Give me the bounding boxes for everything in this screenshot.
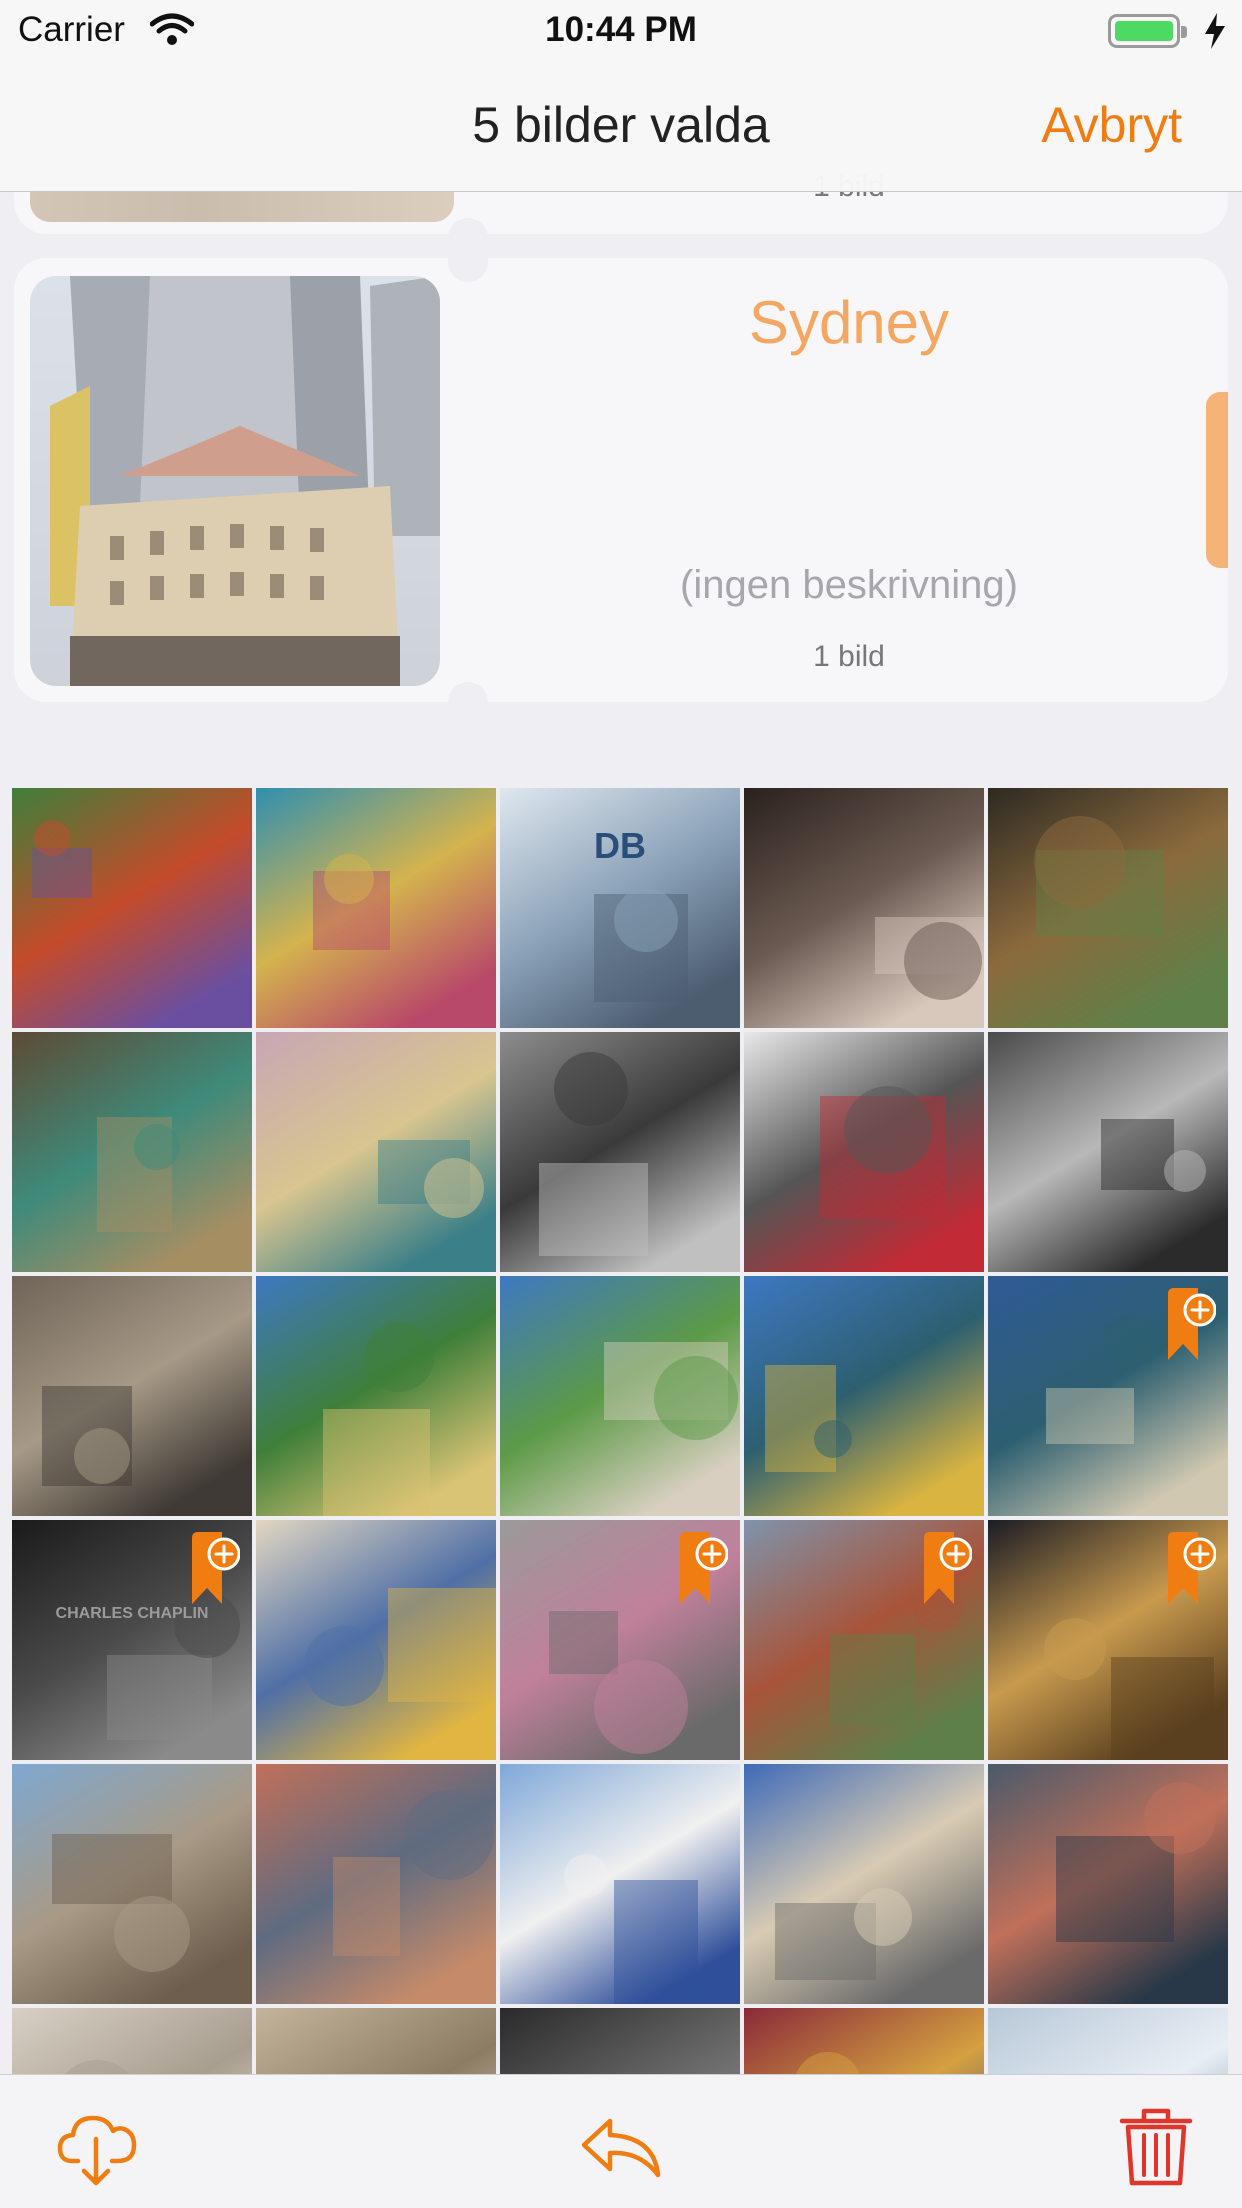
photo-text: DB xyxy=(594,825,646,866)
photo-tile[interactable] xyxy=(744,1276,984,1516)
album-card-sydney[interactable]: Sydney (ingen beskrivning) 1 bild xyxy=(14,258,1228,702)
album-side-handle[interactable] xyxy=(1206,392,1228,568)
navigation-bar: 5 bilder valda Avbryt xyxy=(0,60,1242,192)
photo-tile[interactable] xyxy=(744,1764,984,2004)
photo-tile[interactable]: CHARLES CHAPLIN xyxy=(12,1520,252,1760)
photo-tile[interactable] xyxy=(12,788,252,1028)
trash-icon[interactable] xyxy=(1114,2103,1198,2187)
photo-tile[interactable] xyxy=(988,1276,1228,1516)
photo-thumbnail xyxy=(256,1764,496,2004)
album-cover-photo xyxy=(30,276,440,686)
album-title: Sydney xyxy=(748,289,950,356)
photo-thumbnail xyxy=(744,2008,984,2074)
photo-text: CHARLES CHAPLIN xyxy=(56,1605,209,1622)
cloud-download-icon[interactable] xyxy=(56,2103,140,2187)
album-description: (ingen beskrivning) xyxy=(680,563,1018,607)
bookmark-add-icon[interactable] xyxy=(1168,1532,1216,1604)
photo-tile[interactable] xyxy=(988,1520,1228,1760)
photo-thumbnail: DB xyxy=(500,788,740,1028)
photo-tile[interactable] xyxy=(988,788,1228,1028)
photo-thumbnail xyxy=(12,1032,252,1272)
photo-tile[interactable] xyxy=(500,1032,740,1272)
photo-thumbnail xyxy=(744,788,984,1028)
photo-tile[interactable] xyxy=(256,1032,496,1272)
photo-thumbnail xyxy=(256,1032,496,1272)
photo-tile[interactable] xyxy=(500,1276,740,1516)
photo-thumbnail xyxy=(500,1276,740,1516)
photo-thumbnail xyxy=(988,788,1228,1028)
card-divider-notch xyxy=(448,682,488,722)
status-bar: Carrier 10:44 PM xyxy=(0,0,1242,60)
cancel-button[interactable]: Avbryt xyxy=(1041,96,1182,154)
album-photo-count: 1 bild xyxy=(813,640,885,673)
photo-tile[interactable] xyxy=(256,1276,496,1516)
photo-thumbnail xyxy=(500,1032,740,1272)
photo-grid: DB CHARLES CHAPLIN xyxy=(12,788,1232,2074)
photo-tile[interactable] xyxy=(744,1032,984,1272)
photo-tile[interactable] xyxy=(744,1520,984,1760)
photo-tile[interactable] xyxy=(256,788,496,1028)
photo-thumbnail xyxy=(988,1032,1228,1272)
photo-thumbnail xyxy=(12,1764,252,2004)
photo-thumbnail xyxy=(256,1276,496,1516)
photo-tile[interactable] xyxy=(500,1764,740,2004)
screen: Carrier 10:44 PM 5 bilder valda Avbryt 1… xyxy=(0,0,1242,2208)
photo-thumbnail xyxy=(744,1276,984,1516)
photo-thumbnail xyxy=(12,2008,252,2074)
album-thumbnail xyxy=(30,190,454,222)
photo-thumbnail xyxy=(744,1032,984,1272)
photo-tile[interactable] xyxy=(12,1032,252,1272)
photo-tile[interactable] xyxy=(12,1276,252,1516)
photo-tile[interactable] xyxy=(12,2008,252,2074)
bookmark-add-icon[interactable] xyxy=(680,1532,728,1604)
photo-thumbnail xyxy=(12,1276,252,1516)
battery-icon xyxy=(1108,14,1187,48)
photo-tile[interactable] xyxy=(256,1520,496,1760)
reply-arrow-icon[interactable] xyxy=(580,2103,664,2187)
photo-tile[interactable] xyxy=(744,788,984,1028)
photo-thumbnail xyxy=(744,1764,984,2004)
charging-bolt-icon xyxy=(1205,13,1225,49)
bottom-toolbar xyxy=(0,2074,1242,2208)
photo-thumbnail xyxy=(12,788,252,1028)
photo-tile[interactable] xyxy=(500,1520,740,1760)
photo-thumbnail xyxy=(988,1764,1228,2004)
photo-thumbnail xyxy=(500,1764,740,2004)
card-divider-notch xyxy=(448,242,488,282)
photo-thumbnail xyxy=(500,2008,740,2074)
photo-thumbnail xyxy=(988,2008,1228,2074)
bookmark-add-icon[interactable] xyxy=(1168,1288,1216,1360)
photo-tile[interactable] xyxy=(12,1764,252,2004)
sydney-building-image xyxy=(30,276,440,686)
photo-thumbnail xyxy=(256,2008,496,2074)
bookmark-add-icon[interactable] xyxy=(192,1532,240,1604)
status-time: 10:44 PM xyxy=(545,10,697,49)
photo-thumbnail xyxy=(256,788,496,1028)
photo-tile[interactable] xyxy=(988,2008,1228,2074)
photo-tile[interactable] xyxy=(256,1764,496,2004)
photo-tile[interactable] xyxy=(988,1764,1228,2004)
photo-tile[interactable] xyxy=(256,2008,496,2074)
bookmark-add-icon[interactable] xyxy=(924,1532,972,1604)
photo-tile[interactable] xyxy=(988,1032,1228,1272)
photo-tile[interactable] xyxy=(500,2008,740,2074)
photo-tile[interactable] xyxy=(744,2008,984,2074)
photo-thumbnail xyxy=(256,1520,496,1760)
photo-tile[interactable]: DB xyxy=(500,788,740,1028)
